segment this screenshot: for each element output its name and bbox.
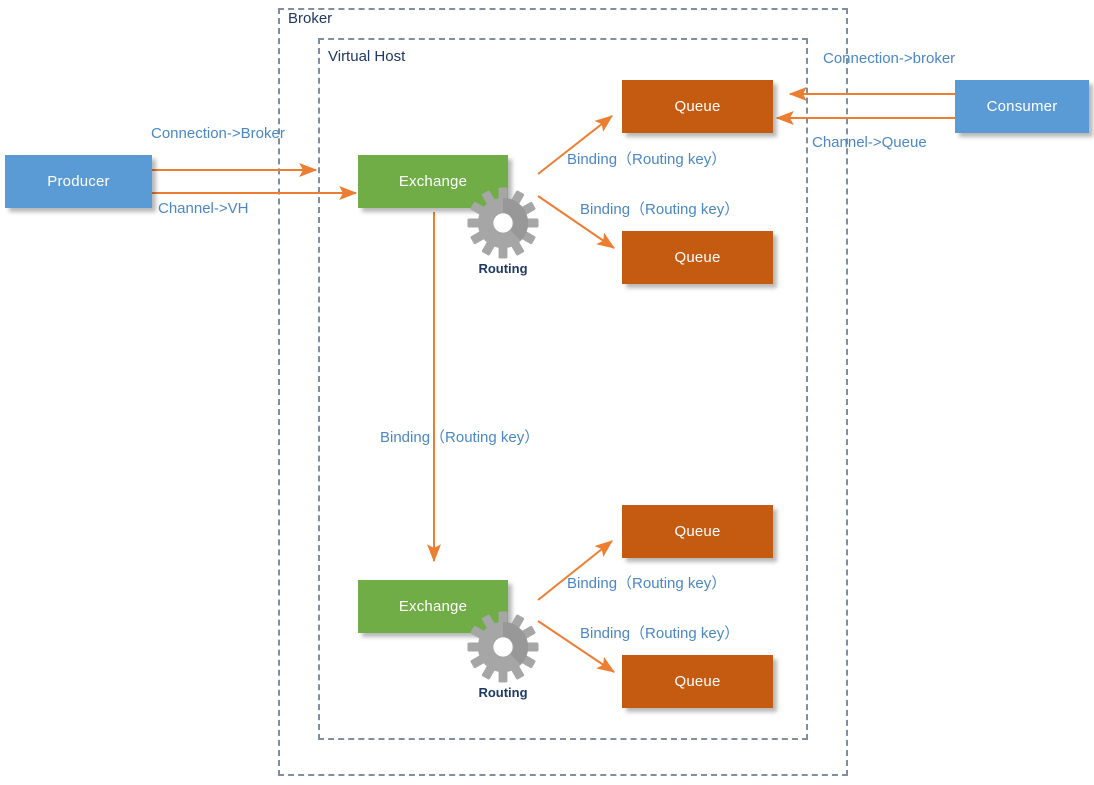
node-consumer-label: Consumer: [986, 98, 1058, 115]
connector-layer: [152, 87, 956, 673]
node-queue-3[interactable]: Queue: [622, 505, 773, 558]
node-queue-2[interactable]: Queue: [622, 231, 773, 284]
node-exchange-bottom-label: Exchange: [398, 598, 468, 615]
gear-icon: [467, 611, 539, 683]
node-queue-3-label: Queue: [674, 523, 721, 540]
node-queue-1-label: Queue: [674, 98, 721, 115]
node-producer[interactable]: Producer: [5, 155, 152, 208]
edge-label-producer-connection: Connection->Broker: [151, 125, 285, 142]
node-queue-1[interactable]: Queue: [622, 80, 773, 133]
edge-label-binding-top-2: Binding（Routing key）: [580, 201, 740, 218]
edge-label-consumer-connection: Connection->broker: [823, 50, 956, 67]
routing-top-group: Routing: [466, 186, 540, 276]
routing-top-label: Routing: [478, 261, 528, 276]
node-queue-4-label: Queue: [674, 673, 721, 690]
routing-bottom-group: Routing: [466, 610, 540, 700]
node-queue-4[interactable]: Queue: [622, 655, 773, 708]
node-queue-2-label: Queue: [674, 249, 721, 266]
edge-label-consumer-channel: Channel->Queue: [812, 134, 927, 151]
edge-label-binding-bottom-1: Binding（Routing key）: [567, 575, 727, 592]
diagram-canvas: Broker Virtual Host Producer Consumer Ex…: [0, 0, 1094, 785]
edge-label-producer-channel: Channel->VH: [158, 200, 249, 217]
edge-label-binding-exchange-to-exchange: Binding（Routing key）: [380, 429, 540, 446]
gear-icon: [467, 187, 539, 259]
edge-label-binding-top-1: Binding（Routing key）: [567, 151, 727, 168]
node-producer-label: Producer: [47, 173, 110, 190]
edge-label-binding-bottom-2: Binding（Routing key）: [580, 625, 740, 642]
routing-bottom-label: Routing: [478, 685, 528, 700]
node-consumer[interactable]: Consumer: [955, 80, 1089, 133]
node-exchange-top-label: Exchange: [398, 173, 468, 190]
